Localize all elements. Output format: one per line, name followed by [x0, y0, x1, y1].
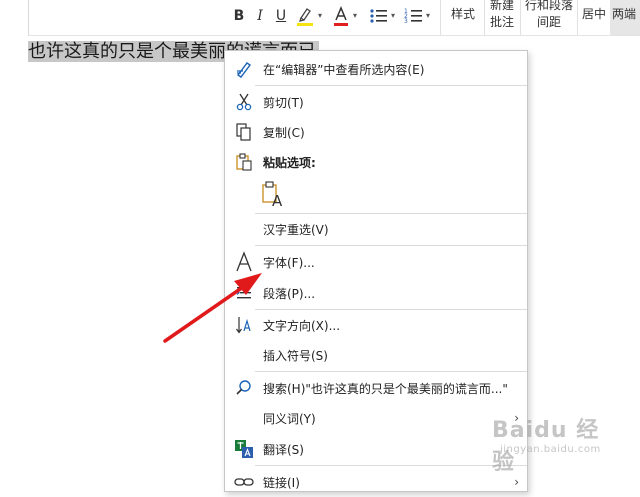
bullet-list-icon [370, 9, 387, 23]
menu-separator [255, 465, 527, 466]
new-comment-button[interactable]: 新建 批注 [485, 0, 519, 31]
menu-item-label: 字体(F)... [263, 255, 315, 270]
scissors-icon [233, 91, 255, 113]
menu-item-synonyms[interactable]: 同义词(Y) › [225, 403, 527, 433]
menu-item-insert-symbol[interactable]: 插入符号(S) [225, 340, 527, 370]
bold-button[interactable]: B [232, 5, 246, 27]
menu-item-font[interactable]: 字体(F)... [225, 247, 527, 277]
link-icon [233, 471, 255, 493]
new-comment-label-2: 批注 [489, 15, 514, 29]
translate-icon [233, 438, 255, 460]
numbering-dropdown-icon[interactable]: ▾ [426, 11, 430, 20]
paragraph-icon [233, 282, 255, 304]
context-menu: 在“编辑器”中查看所选内容(E) 剪切(T) 复制(C) 粘贴选项: A 汉字重… [224, 50, 528, 492]
line-spacing-label-1: 行和段落 [524, 0, 573, 12]
menu-item-label: 汉字重选(V) [263, 222, 329, 237]
chevron-right-icon: › [514, 475, 519, 489]
styles-button[interactable]: 样式 [445, 6, 481, 23]
menu-item-copy[interactable]: 复制(C) [225, 117, 527, 147]
menu-separator [255, 245, 527, 246]
baidu-watermark: Baidu 经验 jingyan.baidu.com [492, 412, 622, 475]
menu-item-label: 复制(C) [263, 125, 305, 140]
toolbar-bottom-border [28, 35, 640, 36]
toolbar-separator [440, 0, 441, 36]
menu-item-hanzi-reselect[interactable]: 汉字重选(V) [225, 214, 527, 244]
editor-pen-icon [233, 58, 255, 80]
bullets-button[interactable] [368, 5, 388, 27]
menu-item-label: 段落(P)... [263, 286, 316, 301]
font-color-button[interactable] [333, 5, 349, 27]
menu-separator [255, 371, 527, 372]
font-color-icon [334, 6, 348, 26]
highlight-button[interactable] [296, 5, 314, 27]
menu-item-search[interactable]: 搜索(H)"也许这真的只是个最美丽的谎言而..." [225, 373, 527, 403]
underline-button[interactable]: U [274, 5, 288, 27]
toolbar-divider [28, 0, 29, 36]
menu-separator [255, 85, 527, 86]
highlighter-icon [297, 8, 313, 26]
menu-item-paste-options: 粘贴选项: [225, 147, 527, 177]
menu-item-link[interactable]: 链接(I) › [225, 467, 527, 497]
mini-toolbar: B I U ▾ ▾ ▾ 1 2 3 ▾ 样式 新建 批注 行和段落 间距 居中 … [0, 0, 640, 36]
menu-item-label: 剪切(T) [263, 95, 304, 110]
menu-item-paragraph[interactable]: 段落(P)... [225, 278, 527, 308]
bullets-dropdown-icon[interactable]: ▾ [391, 11, 395, 20]
menu-item-translate[interactable]: 翻译(S) [225, 434, 527, 464]
menu-item-view-in-editor[interactable]: 在“编辑器”中查看所选内容(E) [225, 54, 527, 84]
menu-item-label: 翻译(S) [263, 442, 304, 457]
menu-item-label: 同义词(Y) [263, 411, 316, 426]
watermark-url: jingyan.baidu.com [500, 444, 601, 455]
justify-button[interactable]: 两端 [612, 6, 640, 23]
menu-item-label: 文字方向(X)... [263, 318, 341, 333]
line-spacing-label-2: 间距 [536, 15, 561, 29]
numbered-list-icon: 1 2 3 [404, 8, 422, 25]
menu-item-cut[interactable]: 剪切(T) [225, 87, 527, 117]
new-comment-label-1: 新建 [489, 0, 514, 12]
menu-item-label: 搜索(H)"也许这真的只是个最美丽的谎言而..." [263, 381, 508, 396]
text-direction-icon [233, 314, 255, 336]
menu-item-text-direction[interactable]: 文字方向(X)... [225, 310, 527, 340]
line-paragraph-spacing-button[interactable]: 行和段落 间距 [521, 0, 577, 31]
numbering-button[interactable]: 1 2 3 [403, 5, 423, 27]
paste-option-letter: A [272, 192, 283, 210]
menu-item-label: 插入符号(S) [263, 348, 328, 363]
italic-button[interactable]: I [253, 5, 267, 27]
svg-text:3: 3 [404, 18, 408, 25]
menu-item-label: 链接(I) [263, 475, 300, 490]
clipboard-icon [233, 151, 255, 173]
menu-item-label: 粘贴选项: [263, 155, 316, 170]
paste-keep-text-only-button[interactable]: A [261, 181, 287, 210]
copy-icon [233, 121, 255, 143]
search-icon [233, 377, 255, 399]
center-button[interactable]: 居中 [578, 6, 610, 23]
menu-item-label: 在“编辑器”中查看所选内容(E) [263, 62, 425, 77]
font-color-dropdown-icon[interactable]: ▾ [353, 11, 357, 20]
font-icon [233, 251, 255, 273]
highlight-dropdown-icon[interactable]: ▾ [318, 11, 322, 20]
